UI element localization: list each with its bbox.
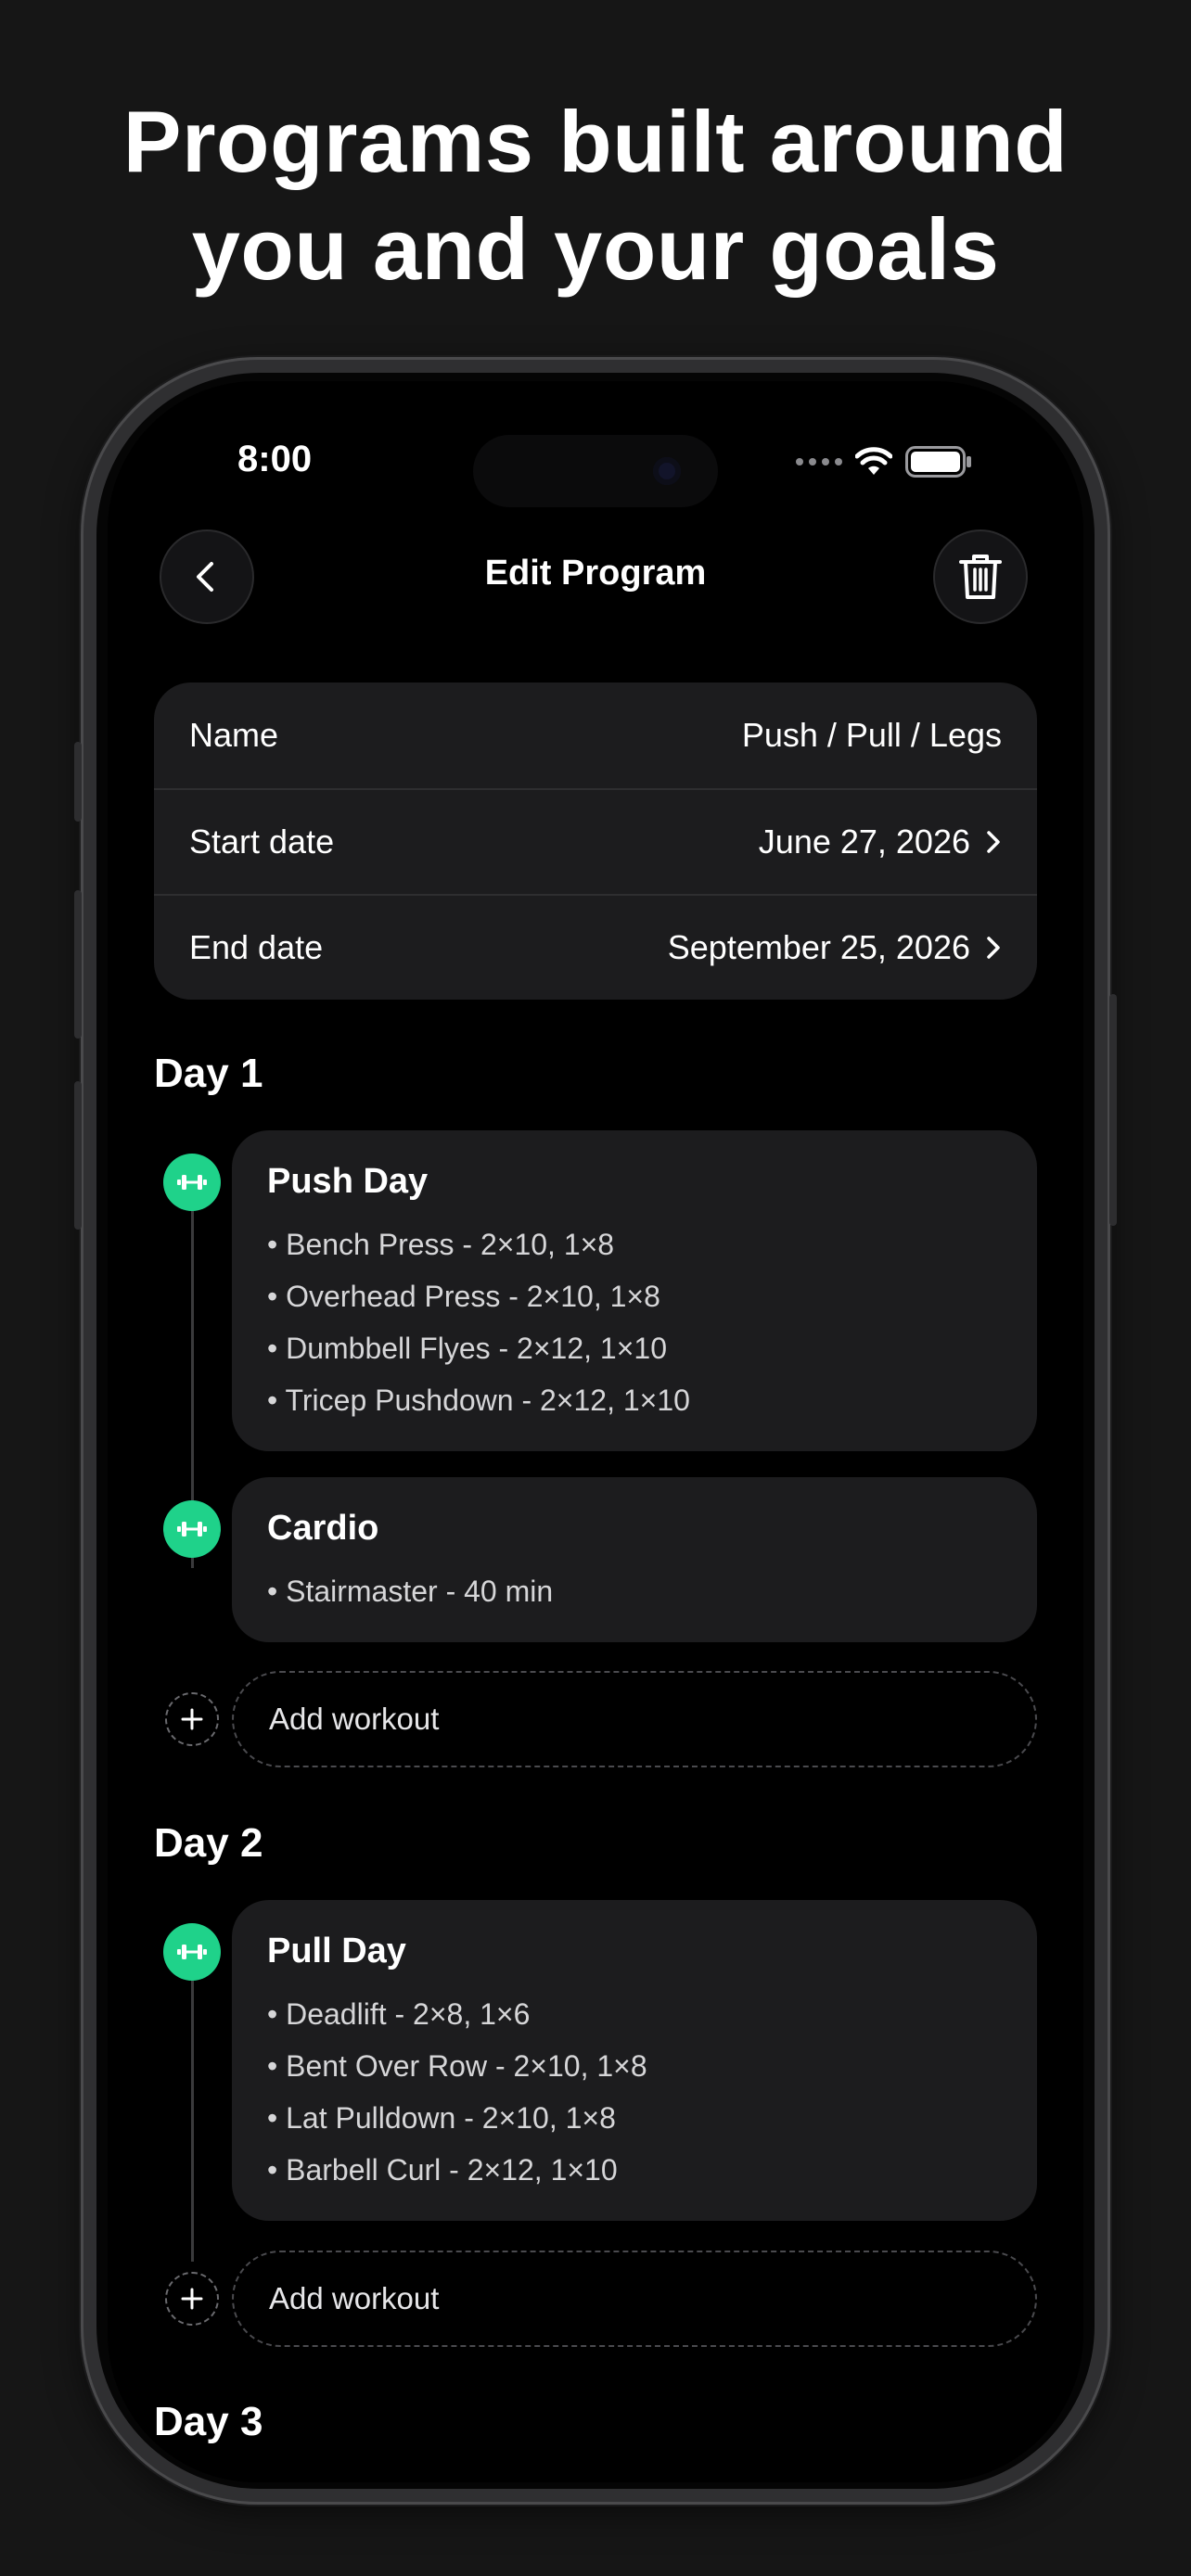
dynamic-island xyxy=(473,435,718,507)
dumbbell-icon xyxy=(163,1154,221,1211)
start-date-row[interactable]: Start date June 27, 2026 xyxy=(154,788,1037,894)
status-time: 8:00 xyxy=(237,439,313,479)
workout-card[interactable]: Cardio • Stairmaster - 40 min xyxy=(232,1477,1037,1642)
add-workout-button[interactable]: Add workout xyxy=(232,1671,1037,1767)
headline: Programs built around you and your goals xyxy=(0,88,1191,303)
exercise-item: • Overhead Press - 2×10, 1×8 xyxy=(267,1280,660,1313)
add-workout-plus-icon[interactable] xyxy=(165,1692,219,1746)
exercise-item: • Dumbbell Flyes - 2×12, 1×10 xyxy=(267,1332,667,1365)
exercise-item: • Deadlift - 2×8, 1×6 xyxy=(267,1997,531,2031)
add-workout-button[interactable]: Add workout xyxy=(232,2251,1037,2347)
volume-down-button xyxy=(74,1081,82,1230)
exercise-item: • Bench Press - 2×10, 1×8 xyxy=(267,1228,615,1261)
workout-title: Pull Day xyxy=(267,1932,406,1970)
name-value[interactable]: Push / Pull / Legs xyxy=(742,716,1002,755)
workout-title: Push Day xyxy=(267,1162,429,1201)
start-date-value: June 27, 2026 xyxy=(758,823,970,861)
chevron-right-icon xyxy=(987,937,1000,959)
timeline-rail xyxy=(191,1946,194,2262)
exercise-item: • Bent Over Row - 2×10, 1×8 xyxy=(267,2049,647,2083)
day-title: Day 3 xyxy=(154,2399,263,2444)
dumbbell-icon xyxy=(163,1500,221,1558)
headline-line-2: you and your goals xyxy=(191,200,1000,298)
end-date-label: End date xyxy=(189,928,324,966)
workout-card[interactable]: Push Day • Bench Press - 2×10, 1×8 • Ove… xyxy=(232,1130,1037,1451)
name-label: Name xyxy=(189,716,279,754)
day-title: Day 1 xyxy=(154,1051,263,1096)
workout-title: Cardio xyxy=(267,1509,379,1548)
day-title: Day 2 xyxy=(154,1820,263,1866)
dumbbell-icon xyxy=(163,1923,221,1981)
cellular-signal-icon xyxy=(796,458,842,465)
name-row[interactable]: Name Push / Pull / Legs xyxy=(154,682,1037,788)
exercise-item: • Lat Pulldown - 2×10, 1×8 xyxy=(267,2101,616,2135)
volume-up-button xyxy=(74,890,82,1039)
exercise-item: • Barbell Curl - 2×12, 1×10 xyxy=(267,2153,618,2187)
end-date-row[interactable]: End date September 25, 2026 xyxy=(154,894,1037,1000)
phone-screen: 8:00 Edit Program Name Push / Pull / Leg… xyxy=(108,381,1083,2482)
add-workout-plus-icon[interactable] xyxy=(165,2272,219,2326)
exercise-item: • Stairmaster - 40 min xyxy=(267,1575,554,1608)
status-icons xyxy=(796,446,972,478)
exercise-item: • Tricep Pushdown - 2×12, 1×10 xyxy=(267,1384,690,1417)
chevron-right-icon xyxy=(987,831,1000,853)
power-button xyxy=(1109,994,1117,1226)
start-date-label: Start date xyxy=(189,823,335,861)
workout-card[interactable]: Pull Day • Deadlift - 2×8, 1×6 • Bent Ov… xyxy=(232,1900,1037,2221)
delete-button[interactable] xyxy=(933,529,1028,624)
action-button xyxy=(74,742,82,822)
end-date-value: September 25, 2026 xyxy=(667,928,970,966)
headline-line-1: Programs built around xyxy=(122,93,1069,190)
trash-icon xyxy=(959,555,1002,599)
battery-icon xyxy=(905,446,971,478)
program-details-card: Name Push / Pull / Legs Start date June … xyxy=(154,682,1037,1000)
wifi-icon xyxy=(855,447,892,475)
